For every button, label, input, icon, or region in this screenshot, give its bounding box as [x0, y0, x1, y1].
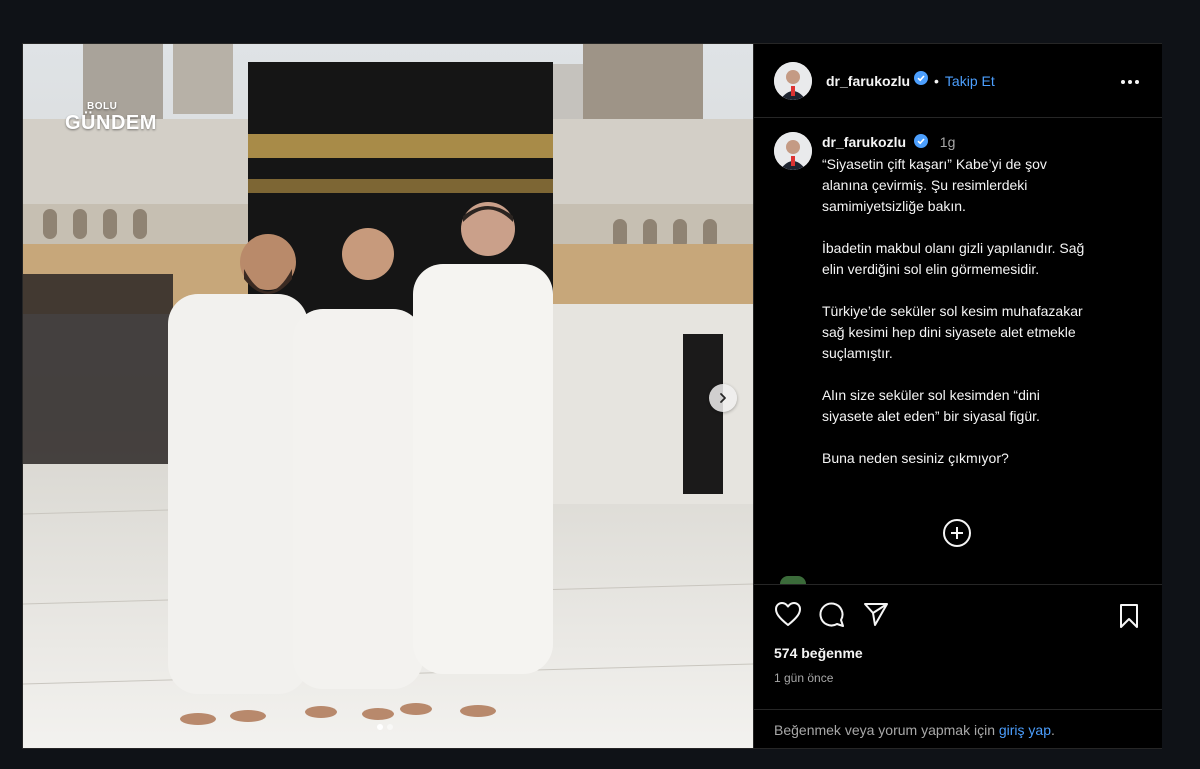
more-options-button[interactable] [1120, 72, 1140, 90]
profile-photo [774, 132, 812, 170]
caption-paragraph: İbadetin makbul olanı gizli yapılanıdır.… [822, 239, 1085, 277]
login-prompt: Beğenmek veya yorum yapmak için giriş ya… [754, 709, 1162, 750]
caption-time[interactable]: 1g [940, 134, 956, 150]
post-actions: 574 beğenme 1 gün önce Beğenmek veya yor… [754, 584, 1162, 738]
profile-photo [774, 61, 812, 100]
follow-button[interactable]: Takip Et [945, 73, 995, 89]
avatar[interactable] [774, 61, 812, 100]
kaaba-photo [23, 44, 753, 748]
verified-badge-icon [913, 133, 928, 154]
header-separator: • [934, 72, 939, 89]
share-icon [864, 603, 888, 626]
header-username[interactable]: dr_farukozlu [826, 73, 910, 89]
post-sidebar: dr_farukozlu • Takip Et dr_farukozlu 1g … [753, 44, 1162, 748]
caption-paragraph: “Siyasetin çift kaşarı” Kabe’yi de şov a… [822, 155, 1047, 214]
comment-button[interactable] [818, 601, 846, 632]
more-horizontal-icon [1121, 80, 1139, 84]
caption-paragraph: Buna neden sesiniz çıkmıyor? [822, 449, 1009, 466]
caption-username[interactable]: dr_farukozlu [822, 134, 906, 150]
post-modal: BOLU GÜNDEM dr_farukozlu • Takip Et dr_f… [22, 43, 1162, 749]
share-button[interactable] [862, 601, 890, 632]
carousel-next-button[interactable] [709, 384, 737, 412]
like-count[interactable]: 574 beğenme [774, 645, 863, 661]
post-header: dr_farukozlu • Takip Et [754, 44, 1162, 118]
carousel-dot-active [377, 724, 383, 730]
login-link[interactable]: giriş yap [999, 722, 1051, 738]
verified-badge-icon [914, 71, 929, 90]
comment-avatar [780, 576, 806, 584]
post-timestamp[interactable]: 1 gün önce [774, 671, 833, 685]
watermark-bottom: GÜNDEM [65, 112, 157, 134]
post-caption: dr_farukozlu 1g “Siyasetin çift kaşarı” … [774, 132, 1144, 490]
carousel-dot [387, 724, 393, 730]
post-photo[interactable]: BOLU GÜNDEM [23, 44, 753, 748]
watermark-logo: BOLU GÜNDEM [65, 101, 157, 134]
carousel-indicator [377, 724, 393, 730]
plus-circle-icon [943, 519, 971, 547]
save-button[interactable] [1118, 603, 1140, 634]
chevron-right-icon [720, 393, 726, 403]
login-prompt-text: Beğenmek veya yorum yapmak için [774, 722, 999, 738]
watermark-top: BOLU [87, 101, 118, 112]
comment-icon [819, 602, 844, 627]
bookmark-icon [1120, 604, 1138, 628]
heart-icon [775, 602, 801, 626]
caption-paragraph: Türkiye’de seküler sol kesim muhafazakar… [822, 302, 1083, 361]
caption-paragraph: Alın size seküler sol kesimden “dini siy… [822, 386, 1040, 424]
login-prompt-suffix: . [1051, 722, 1055, 738]
caption-avatar[interactable] [774, 132, 812, 170]
like-button[interactable] [774, 601, 802, 632]
load-more-comments-button[interactable] [942, 518, 972, 553]
